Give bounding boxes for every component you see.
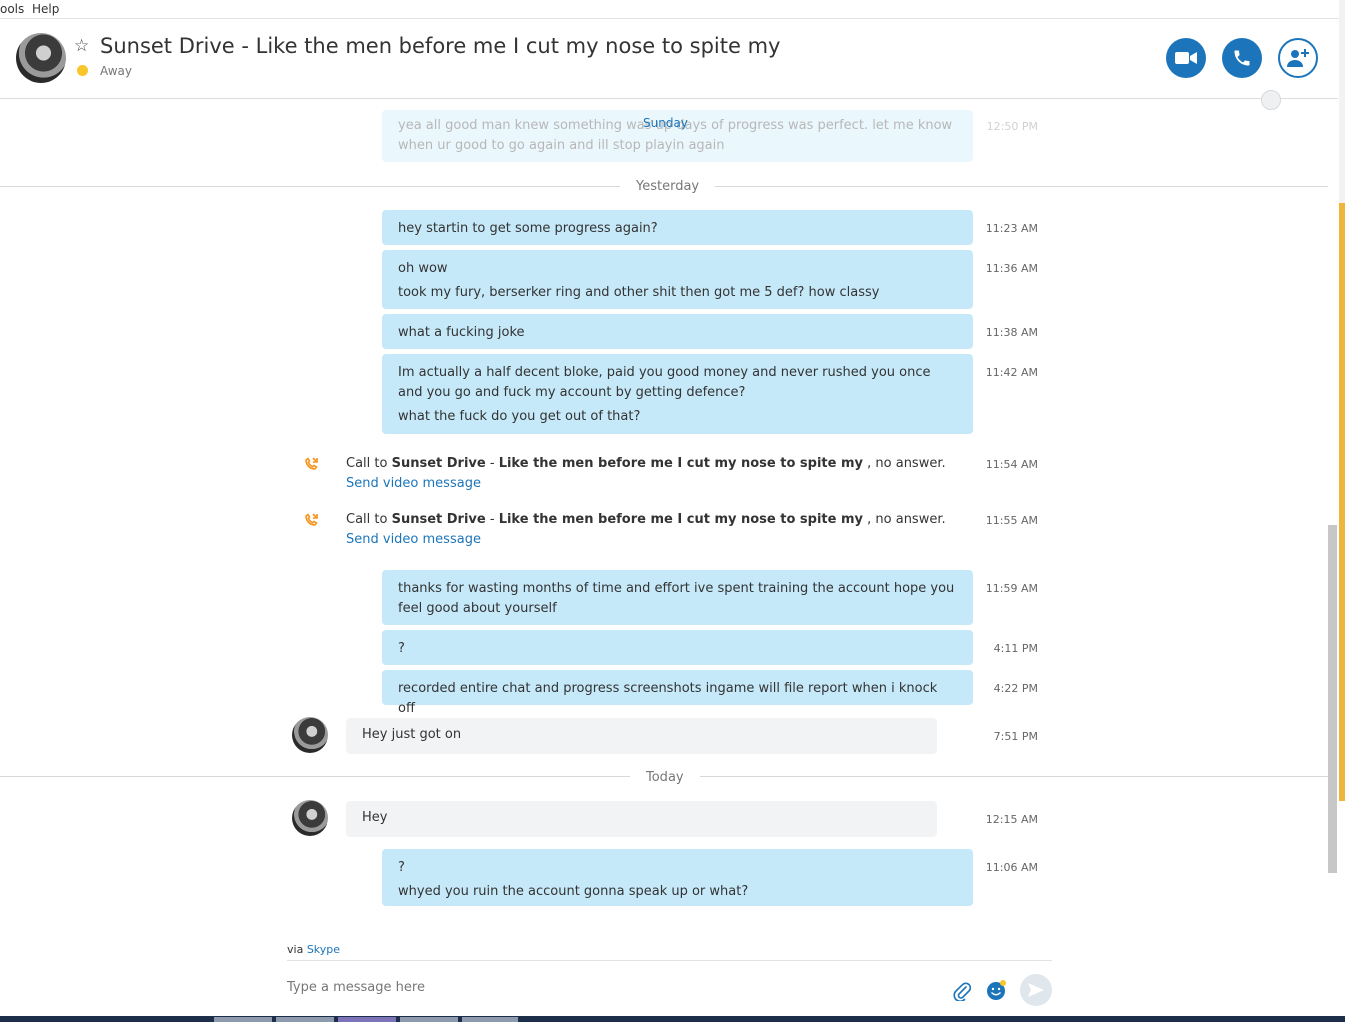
message-text: ? bbox=[398, 860, 405, 875]
video-call-button[interactable] bbox=[1166, 38, 1206, 78]
call-prefix: Call to bbox=[346, 512, 392, 527]
missed-call-icon bbox=[305, 457, 318, 470]
contact-avatar-small[interactable] bbox=[292, 717, 328, 753]
message-bubble[interactable]: thanks for wasting months of time and ef… bbox=[382, 570, 973, 625]
send-video-message-link[interactable]: Send video message bbox=[346, 476, 481, 491]
incoming-message-bubble[interactable]: Hey just got on bbox=[346, 718, 937, 754]
message-time: 11:55 AM bbox=[985, 514, 1038, 527]
message-text: what the fuck do you get out of that? bbox=[398, 409, 641, 424]
paperclip-icon bbox=[953, 982, 971, 1001]
message-bubble[interactable]: ? whyed you ruin the account gonna speak… bbox=[382, 849, 973, 906]
message-bubble[interactable]: oh wow took my fury, berserker ring and … bbox=[382, 250, 973, 309]
chat-scrollbar[interactable] bbox=[1328, 525, 1337, 873]
message-text: Im actually a half decent bloke, paid yo… bbox=[398, 365, 931, 400]
message-time: 11:38 AM bbox=[985, 326, 1038, 339]
call-dash: - bbox=[485, 512, 499, 527]
contact-avatar-small[interactable] bbox=[292, 800, 328, 836]
contact-avatar[interactable] bbox=[16, 33, 66, 83]
call-contact-mood: Like the men before me I cut my nose to … bbox=[498, 512, 863, 527]
message-bubble[interactable]: recorded entire chat and progress screen… bbox=[382, 670, 973, 716]
date-separator-today: Today bbox=[630, 770, 700, 785]
message-text: when ur good to go again and ill stop pl… bbox=[398, 138, 725, 153]
attach-file-button[interactable] bbox=[951, 980, 973, 1002]
taskbar-item[interactable] bbox=[338, 1017, 396, 1022]
message-bubble[interactable]: ? bbox=[382, 630, 973, 665]
call-result: , no answer. bbox=[863, 512, 946, 527]
menu-tools[interactable]: ools bbox=[0, 0, 24, 18]
message-time: 4:11 PM bbox=[993, 642, 1038, 655]
message-time: 12:50 PM bbox=[986, 120, 1038, 133]
message-time: 12:15 AM bbox=[985, 813, 1038, 826]
message-text: whyed you ruin the account gonna speak u… bbox=[398, 884, 749, 899]
conversation-header: ☆ Sunset Drive - Like the men before me … bbox=[0, 19, 1338, 99]
call-dash: - bbox=[485, 456, 499, 471]
message-input[interactable] bbox=[287, 975, 927, 999]
message-text: ? bbox=[398, 641, 405, 656]
message-time: 11:36 AM bbox=[985, 262, 1038, 275]
window-edge bbox=[1339, 0, 1345, 203]
add-participant-button[interactable] bbox=[1278, 38, 1318, 78]
message-bubble[interactable]: Im actually a half decent bloke, paid yo… bbox=[382, 354, 973, 434]
star-icon[interactable]: ☆ bbox=[74, 36, 89, 56]
video-call-icon bbox=[1175, 52, 1197, 64]
compose-divider bbox=[287, 960, 1052, 961]
message-bubble[interactable]: hey startin to get some progress again? bbox=[382, 210, 973, 245]
call-contact-name: Sunset Drive bbox=[391, 512, 486, 527]
call-event-text: Call to Sunset Drive - Like the men befo… bbox=[346, 512, 946, 527]
message-text: Hey just got on bbox=[362, 727, 462, 742]
date-separator-yesterday: Yesterday bbox=[620, 179, 716, 194]
missed-call-icon bbox=[305, 513, 318, 526]
taskbar-item[interactable] bbox=[214, 1017, 272, 1022]
conversation-title[interactable]: Sunset Drive - Like the men before me I … bbox=[100, 34, 780, 58]
call-event-text: Call to Sunset Drive - Like the men befo… bbox=[346, 456, 946, 471]
via-prefix: via bbox=[287, 943, 307, 956]
taskbar bbox=[0, 1016, 1345, 1022]
message-text: thanks for wasting months of time and ef… bbox=[398, 581, 955, 616]
audio-call-icon bbox=[1234, 50, 1250, 66]
contact-status: Away bbox=[100, 64, 132, 78]
call-contact-name: Sunset Drive bbox=[391, 456, 486, 471]
send-button[interactable] bbox=[1020, 974, 1052, 1006]
message-time: 11:06 AM bbox=[985, 861, 1038, 874]
message-time: 4:22 PM bbox=[993, 682, 1038, 695]
message-text: recorded entire chat and progress screen… bbox=[398, 681, 938, 716]
date-separator-sunday: Sunday bbox=[643, 116, 688, 130]
message-text: hey startin to get some progress again? bbox=[398, 221, 658, 236]
away-status-icon bbox=[77, 65, 88, 76]
taskbar-item[interactable] bbox=[400, 1017, 458, 1022]
message-text: took my fury, berserker ring and other s… bbox=[398, 285, 880, 300]
audio-call-button[interactable] bbox=[1222, 38, 1262, 78]
message-text: oh wow bbox=[398, 261, 448, 276]
window-edge-highlight bbox=[1339, 203, 1345, 801]
add-person-icon bbox=[1287, 49, 1309, 67]
incoming-message-bubble[interactable]: Hey bbox=[346, 801, 937, 837]
taskbar-item[interactable] bbox=[462, 1017, 518, 1022]
globe-icon[interactable] bbox=[1261, 90, 1281, 110]
menu-help[interactable]: Help bbox=[32, 0, 59, 18]
call-contact-mood: Like the men before me I cut my nose to … bbox=[498, 456, 863, 471]
emoticon-button[interactable] bbox=[985, 979, 1007, 1001]
message-text: what a fucking joke bbox=[398, 325, 525, 340]
call-prefix: Call to bbox=[346, 456, 392, 471]
skype-link[interactable]: Skype bbox=[307, 943, 340, 956]
emoticon-icon bbox=[987, 980, 1006, 1000]
send-icon bbox=[1028, 983, 1044, 997]
taskbar-item[interactable] bbox=[276, 1017, 334, 1022]
menu-bar: ools Help bbox=[0, 0, 1345, 19]
message-bubble[interactable]: what a fucking joke bbox=[382, 314, 973, 349]
send-video-message-link[interactable]: Send video message bbox=[346, 532, 481, 547]
via-skype: via Skype bbox=[287, 943, 340, 956]
call-result: , no answer. bbox=[863, 456, 946, 471]
message-time: 11:54 AM bbox=[985, 458, 1038, 471]
message-time: 11:42 AM bbox=[985, 366, 1038, 379]
message-time: 7:51 PM bbox=[993, 730, 1038, 743]
message-time: 11:23 AM bbox=[985, 222, 1038, 235]
message-text: Hey bbox=[362, 810, 388, 825]
message-time: 11:59 AM bbox=[985, 582, 1038, 595]
